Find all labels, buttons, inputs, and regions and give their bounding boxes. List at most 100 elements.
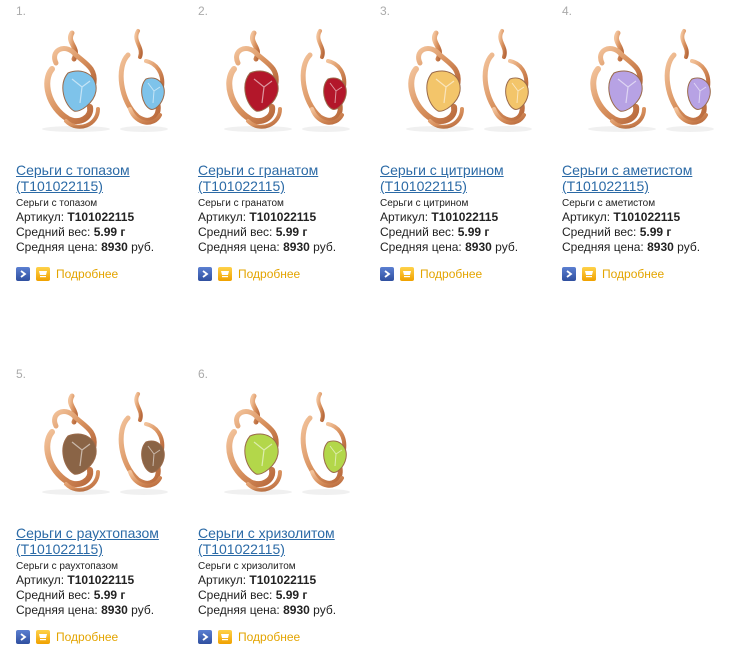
product-sku: Артикул: T101022115 [562,210,680,224]
product-title-link[interactable]: Серьги с аметистом (T101022115) [562,162,734,194]
price-label: Средняя цена: [198,603,280,617]
more-details-link[interactable]: Подробнее [420,267,482,281]
sku-label: Артикул: [198,573,247,587]
product-title-link[interactable]: Серьги с гранатом (T101022115) [198,162,374,194]
price-value: 8930 [101,240,128,254]
product-image[interactable] [20,384,184,499]
product-sku: Артикул: T101022115 [198,210,316,224]
sku-value: T101022115 [67,210,135,224]
product-image[interactable] [20,21,184,136]
product-actions: Подробнее [198,629,300,645]
weight-value: 5.99 г [275,225,308,239]
product-title-line2[interactable]: (T101022115) [198,178,374,194]
arrow-right-icon[interactable] [380,267,394,281]
product-actions: Подробнее [562,266,664,282]
product-weight: Средний вес: 5.99 г [198,225,307,239]
product-number: 6. [198,367,209,381]
product-subtitle: Серьги с аметистом [562,198,656,209]
product-title-line2[interactable]: (T101022115) [16,178,192,194]
weight-value: 5.99 г [639,225,672,239]
product-actions: Подробнее [380,266,482,282]
cart-icon[interactable] [218,267,232,281]
product-image[interactable] [566,21,730,136]
product-actions: Подробнее [16,266,118,282]
product-actions: Подробнее [16,629,118,645]
sku-label: Артикул: [198,210,247,224]
weight-label: Средний вес: [16,588,91,602]
product-title-line1[interactable]: Серьги с гранатом [198,162,374,178]
more-details-link[interactable]: Подробнее [238,630,300,644]
product-title-link[interactable]: Серьги с цитрином (T101022115) [380,162,556,194]
product-title-line1[interactable]: Серьги с топазом [16,162,192,178]
product-price: Средняя цена: 8930 руб. [198,240,336,254]
product-number: 2. [198,4,209,18]
weight-label: Средний вес: [380,225,455,239]
product-subtitle: Серьги с гранатом [198,198,284,209]
product-image[interactable] [202,384,366,499]
cart-icon[interactable] [36,267,50,281]
product-price: Средняя цена: 8930 руб. [198,603,336,617]
sku-value: T101022115 [67,573,135,587]
sku-value: T101022115 [249,210,317,224]
product-title-line2[interactable]: (T101022115) [380,178,556,194]
weight-value: 5.99 г [275,588,308,602]
product-title-link[interactable]: Серьги с раухтопазом (T101022115) [16,525,192,557]
product-image[interactable] [384,21,548,136]
product-subtitle: Серьги с раухтопазом [16,561,119,572]
product-subtitle: Серьги с хризолитом [198,561,296,572]
earrings-illustration [406,29,532,132]
product-title-link[interactable]: Серьги с хризолитом (T101022115) [198,525,374,557]
product-number: 4. [562,4,573,18]
product-weight: Средний вес: 5.99 г [16,588,125,602]
price-label: Средняя цена: [562,240,644,254]
cart-icon[interactable] [582,267,596,281]
more-details-link[interactable]: Подробнее [56,630,118,644]
price-value: 8930 [101,603,128,617]
arrow-right-icon[interactable] [198,630,212,644]
product-weight: Средний вес: 5.99 г [562,225,671,239]
more-details-link[interactable]: Подробнее [602,267,664,281]
product-title-link[interactable]: Серьги с топазом (T101022115) [16,162,192,194]
price-currency: руб. [131,240,155,254]
earrings-illustration [42,29,168,132]
sku-label: Артикул: [16,210,65,224]
arrow-right-icon[interactable] [562,267,576,281]
price-currency: руб. [677,240,701,254]
product-image[interactable] [202,21,366,136]
product-sku: Артикул: T101022115 [16,573,134,587]
arrow-right-icon[interactable] [16,267,30,281]
price-label: Средняя цена: [16,240,98,254]
product-title-line1[interactable]: Серьги с раухтопазом [16,525,192,541]
product-title-line2[interactable]: (T101022115) [198,541,374,557]
sku-value: T101022115 [613,210,681,224]
product-title-line1[interactable]: Серьги с хризолитом [198,525,374,541]
product-subtitle: Серьги с топазом [16,198,98,209]
weight-value: 5.99 г [93,225,126,239]
weight-label: Средний вес: [16,225,91,239]
product-subtitle: Серьги с цитрином [380,198,469,209]
arrow-right-icon[interactable] [198,267,212,281]
weight-label: Средний вес: [198,225,273,239]
product-title-line2[interactable]: (T101022115) [562,178,734,194]
cart-icon[interactable] [400,267,414,281]
price-currency: руб. [313,603,337,617]
product-sku: Артикул: T101022115 [16,210,134,224]
price-label: Средняя цена: [198,240,280,254]
product-number: 3. [380,4,391,18]
price-value: 8930 [647,240,674,254]
arrow-right-icon[interactable] [16,630,30,644]
more-details-link[interactable]: Подробнее [56,267,118,281]
product-sku: Артикул: T101022115 [198,573,316,587]
product-title-line1[interactable]: Серьги с цитрином [380,162,556,178]
cart-icon[interactable] [36,630,50,644]
earrings-illustration [42,392,168,495]
product-number: 5. [16,367,27,381]
sku-label: Артикул: [380,210,429,224]
product-title-line2[interactable]: (T101022115) [16,541,192,557]
product-title-line1[interactable]: Серьги с аметистом [562,162,734,178]
price-currency: руб. [495,240,519,254]
more-details-link[interactable]: Подробнее [238,267,300,281]
price-value: 8930 [465,240,492,254]
weight-value: 5.99 г [457,225,490,239]
cart-icon[interactable] [218,630,232,644]
